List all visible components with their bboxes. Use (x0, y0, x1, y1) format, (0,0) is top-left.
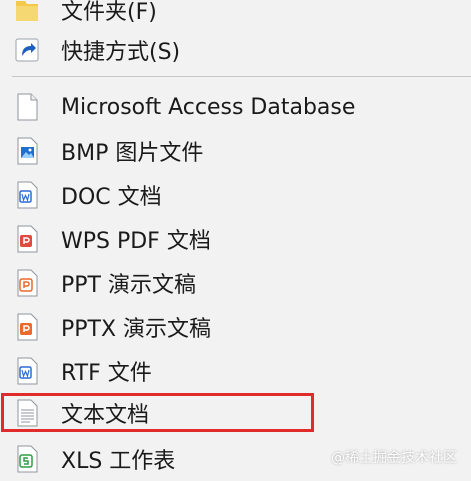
ppt-file-icon (17, 269, 38, 297)
image-file-icon (17, 137, 38, 165)
menu-item-label: DOC 文档 (61, 185, 162, 210)
menu-item-pptx[interactable]: PPTX 演示文稿 (0, 305, 471, 349)
menu-item-label: BMP 图片文件 (61, 141, 204, 166)
excel-file-icon (17, 445, 38, 473)
blank-file-icon (17, 93, 38, 121)
menu-separator (12, 76, 471, 77)
menu-item-doc[interactable]: DOC 文档 (0, 173, 471, 217)
menu-item-label: 文本文档 (61, 403, 150, 428)
menu-item-text-document[interactable]: 文本文档 (0, 391, 471, 435)
menu-item-wps-pdf[interactable]: WPS PDF 文档 (0, 217, 471, 261)
menu-item-label: PPT 演示文稿 (61, 273, 196, 298)
folder-icon (16, 1, 38, 21)
menu-item-rtf[interactable]: RTF 文件 (0, 349, 471, 393)
text-file-icon (17, 399, 38, 427)
menu-item-shortcut[interactable]: 快捷方式(S) (0, 28, 471, 72)
pptx-file-icon (17, 313, 38, 341)
menu-item-label: 文件夹(F) (61, 0, 157, 25)
watermark: @稀土掘金技术社区 (331, 450, 457, 466)
menu-item-bmp-image[interactable]: BMP 图片文件 (0, 129, 471, 173)
shortcut-icon (15, 38, 39, 62)
menu-item-access-database[interactable]: Microsoft Access Database (0, 85, 471, 129)
menu-item-label: 快捷方式(S) (61, 40, 181, 65)
menu-item-label: PPTX 演示文稿 (61, 317, 212, 342)
rtf-file-icon (17, 357, 38, 385)
menu-item-label: Microsoft Access Database (61, 94, 356, 120)
word-doc-icon (17, 181, 38, 209)
menu-item-label: XLS 工作表 (61, 449, 176, 474)
menu-item-label: WPS PDF 文档 (61, 229, 211, 254)
menu-item-label: RTF 文件 (61, 361, 152, 386)
pdf-file-icon (17, 225, 38, 253)
menu-item-ppt[interactable]: PPT 演示文稿 (0, 261, 471, 305)
new-item-context-menu: 文件夹(F) 快捷方式(S) Microsoft Access Database… (0, 0, 471, 481)
